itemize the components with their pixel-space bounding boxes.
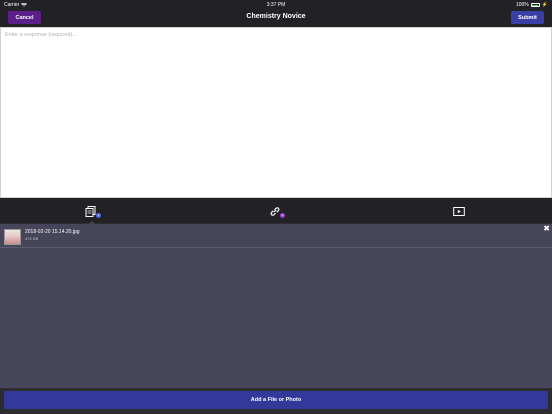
- file-name: 2018-02-20 15.14.20.jpg: [25, 229, 80, 235]
- link-icon: [269, 204, 281, 221]
- file-size: 472 KB: [25, 236, 39, 241]
- response-editor: [0, 27, 552, 198]
- attachment-toolbar: 1 0: [0, 198, 552, 223]
- links-count-badge: 0: [280, 213, 285, 218]
- attachment-row[interactable]: 2018-02-20 15.14.20.jpg 472 KB: [0, 226, 552, 248]
- files-tab[interactable]: 1: [85, 204, 101, 218]
- links-tab[interactable]: 0: [269, 204, 285, 218]
- attachments-panel: ✖ 2018-02-20 15.14.20.jpg 472 KB: [0, 224, 552, 388]
- files-icon: [85, 204, 97, 221]
- battery-percent: 100%: [515, 2, 529, 8]
- battery-indicator: 100% ⚡: [516, 2, 548, 8]
- video-icon: [453, 204, 465, 221]
- page-title: Chemistry Novice: [246, 13, 306, 20]
- status-bar: Carrier 3:37 PM 100% ⚡: [0, 0, 552, 9]
- add-file-button[interactable]: Add a File or Photo: [4, 391, 548, 409]
- submit-button[interactable]: Submit: [511, 11, 544, 24]
- charging-icon: ⚡: [541, 2, 548, 8]
- navigation-bar: Cancel Chemistry Novice Submit: [0, 9, 552, 27]
- battery-icon: [530, 3, 540, 7]
- files-count-badge: 1: [96, 213, 101, 218]
- clock: 3:37 PM: [266, 2, 286, 8]
- image-thumbnail: [4, 229, 21, 245]
- video-tab[interactable]: [453, 204, 469, 218]
- response-input[interactable]: [1, 28, 551, 197]
- bottom-bar: Add a File or Photo: [0, 388, 552, 414]
